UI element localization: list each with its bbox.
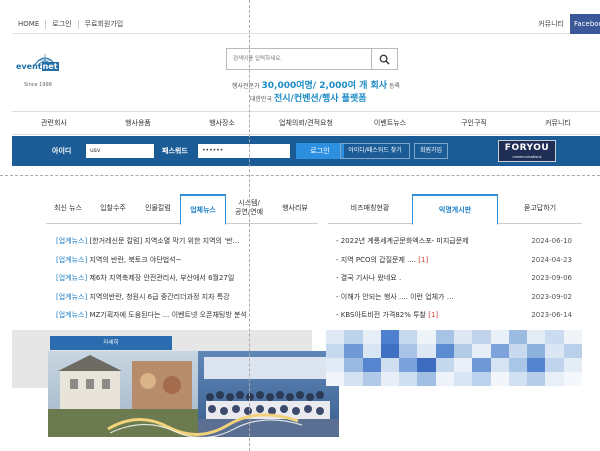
news-item[interactable]: [업계뉴스] 지역의반란, 청원시 6급 중간리더과정 지자 특강 (56, 288, 318, 307)
event-photo-banner[interactable] (48, 351, 339, 437)
logo-text-box: net (41, 62, 59, 71)
board-item[interactable]: - 2022년 계룡세계군문화엑스포- 미지급문제 2024-06-10 (336, 232, 582, 251)
signup-link[interactable]: 무료회원가입 (79, 20, 130, 29)
tab-event-review[interactable]: 행사리뷰 (272, 194, 318, 223)
password-label: 패스워드 (162, 147, 188, 155)
tab-biz-matching[interactable]: 비즈매칭현황 (328, 194, 412, 223)
news-tabs: 최신 뉴스 입찰수주 인물칼럼 업체뉴스 시스템/ 공연/연예 행사리뷰 (46, 194, 318, 225)
news-item[interactable]: [업계뉴스] MZ기획자에 도움된다는 ... 이벤트넷 오픈채팅방 분석 (56, 306, 318, 325)
site-logo[interactable]: eventnet Since 1998 (16, 52, 66, 92)
search-bar (226, 48, 398, 70)
nav-item-event-news[interactable]: 이벤트뉴스 (348, 112, 432, 134)
tab-columns[interactable]: 인물칼럼 (136, 194, 180, 223)
news-title: MZ기획자에 도움된다는 ... 이벤트넷 오픈채팅방 분석 (87, 311, 247, 319)
tab-latest-news[interactable]: 최신 뉴스 (46, 194, 90, 223)
login-bar: 아이디 usv 패스워드 •••••• 로그인 아이디/패스워드 찾기 회원가입… (12, 136, 600, 166)
platform-tagline: 대한민국 전시/컨벤션/행사 플랫폼 (250, 91, 367, 104)
find-account-button[interactable]: 아이디/패스워드 찾기 (340, 143, 410, 159)
foryou-subtitle: communications (512, 155, 542, 159)
comment-count: [1] (428, 311, 439, 319)
guide-line-horizontal (0, 175, 600, 176)
board-date: 2023-09-02 (531, 292, 572, 301)
news-category: [업계뉴스] (56, 311, 88, 319)
board-date: 2024-06-10 (531, 237, 572, 245)
board-item[interactable]: - 결국 기사나 왔네요 . 2023-09-06 (336, 269, 582, 288)
news-category: [업계뉴스] (56, 255, 88, 264)
board-item[interactable]: - 이해가 안되는 행사 .... 이런 업체가 … 2023-09-02 (336, 288, 582, 307)
board-title: - 2022년 계룡세계군문화엑스포- 미지급문제 (336, 237, 469, 245)
stats-pre: 행사전문가 (232, 83, 262, 90)
board-item[interactable]: - 지역 PCO의 갑질문제 .... [1] 2024-04-23 (336, 251, 582, 270)
logo-text: event (16, 62, 42, 71)
comment-count: [1] (418, 255, 429, 264)
stats-post: 등록 (387, 83, 401, 90)
tab-bids[interactable]: 입찰수주 (90, 194, 136, 223)
main-nav: 관련회사 행사용품 행사장소 업체의뢰/견적요청 이벤트뉴스 구인구직 커뮤니티 (12, 111, 600, 135)
tab-industry-news[interactable]: 업체뉴스 (180, 194, 226, 225)
top-utility-bar: HOME 로그인 무료회원가입 커뮤니티 Facebook (12, 14, 600, 34)
news-title: 제6차 지역축제장 안전관리사, 부산에서 6월27일 (87, 274, 235, 282)
nav-item-quote-request[interactable]: 업체의뢰/견적요청 (264, 112, 348, 134)
board-tabs: 비즈매칭현황 익명게시판 묻고답하기 (328, 194, 582, 225)
login-button[interactable]: 로그인 (296, 143, 344, 159)
board-title: - 이해가 안되는 행사 .... 이런 업체가 … (336, 292, 454, 301)
news-panel: 최신 뉴스 입찰수주 인물칼럼 업체뉴스 시스템/ 공연/연예 행사리뷰 [업계… (46, 194, 318, 334)
banner-detail-button[interactable]: 자세히 (50, 336, 172, 350)
member-stats: 행사전문가 30,000여명/ 2,000여 개 회사 등록 (232, 78, 400, 91)
news-list: [업계뉴스] [한거레신문 칼럼] 지역소멸 막기 위한 지역의 '반… [업계… (56, 232, 318, 325)
id-label: 아이디 (52, 147, 72, 155)
board-date: 2023-09-06 (531, 274, 572, 282)
tab-qna[interactable]: 묻고답하기 (498, 194, 582, 223)
login-link[interactable]: 로그인 (46, 19, 79, 29)
news-item[interactable]: [업계뉴스] 제6차 지역축제장 안전관리사, 부산에서 6월27일 (56, 269, 318, 288)
top-right-links: 커뮤니티 Facebook (532, 14, 600, 34)
top-links: HOME 로그인 무료회원가입 (12, 14, 129, 34)
tagline-strong: 전시/컨벤션/행사 플랫폼 (274, 94, 367, 104)
tagline-pre: 대한민국 (250, 96, 274, 103)
join-button[interactable]: 회원가입 (414, 143, 448, 159)
news-item[interactable]: [업계뉴스] [한거레신문 칼럼] 지역소멸 막기 위한 지역의 '반… (56, 232, 318, 251)
logo-since: Since 1998 (24, 82, 52, 88)
news-category: [업계뉴스] (56, 237, 88, 245)
foryou-title: FORYOU (504, 143, 550, 153)
board-date: 2024-04-23 (531, 255, 572, 264)
search-input[interactable] (226, 48, 372, 70)
logo-wordmark: eventnet (16, 62, 59, 71)
search-button[interactable] (372, 48, 398, 70)
news-category: [업계뉴스] (56, 292, 88, 301)
board-item[interactable]: - KBS아트비전 가격82% 투찰 [1] 2023-06-14 (336, 306, 582, 325)
search-icon (379, 54, 390, 65)
nav-item-related-companies[interactable]: 관련회사 (12, 112, 96, 134)
blurred-banner (326, 330, 582, 386)
event-photo-image (48, 351, 339, 437)
foryou-banner[interactable]: FORYOU communications (498, 140, 556, 162)
tab-anonymous-board[interactable]: 익명게시판 (412, 194, 498, 225)
stats-strong: 30,000여명/ 2,000여 개 회사 (261, 81, 388, 91)
board-panel: 비즈매칭현황 익명게시판 묻고답하기 - 2022년 계룡세계군문화엑스포- 미… (328, 194, 582, 334)
nav-item-community[interactable]: 커뮤니티 (516, 112, 600, 134)
id-input[interactable]: usv (86, 144, 154, 158)
board-list: - 2022년 계룡세계군문화엑스포- 미지급문제 2024-06-10 - 지역… (336, 232, 582, 325)
guide-line-vertical (249, 0, 250, 451)
board-title: - 결국 기사나 왔네요 . (336, 274, 402, 282)
news-title: 지역의반란, 청원시 6급 중간리더과정 지자 특강 (87, 292, 230, 301)
news-item[interactable]: [업계뉴스] 지역의 반란, 북토크 야단법석~ (56, 251, 318, 270)
facebook-link[interactable]: Facebook (570, 14, 600, 34)
nav-item-venues[interactable]: 행사장소 (180, 112, 264, 134)
community-link[interactable]: 커뮤니티 (532, 14, 570, 34)
board-title: - KBS아트비전 가격82% 투찰 (336, 311, 429, 319)
nav-item-event-goods[interactable]: 행사용품 (96, 112, 180, 134)
home-link[interactable]: HOME (12, 19, 47, 29)
board-date: 2023-06-14 (531, 311, 572, 319)
board-title: - 지역 PCO의 갑질문제 .... (336, 255, 419, 264)
password-input[interactable]: •••••• (198, 144, 290, 158)
news-category: [업계뉴스] (56, 274, 88, 282)
news-title: 지역의 반란, 북토크 야단법석~ (87, 255, 182, 264)
news-title: [한거레신문 칼럼] 지역소멸 막기 위한 지역의 '반… (87, 237, 240, 245)
nav-item-jobs[interactable]: 구인구직 (432, 112, 516, 134)
